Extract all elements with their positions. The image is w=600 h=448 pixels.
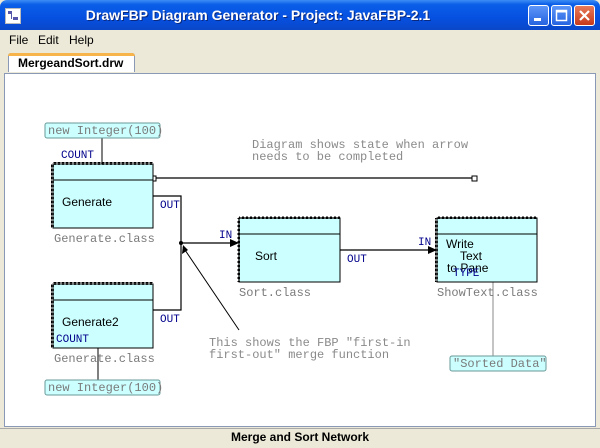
drag-handle-end xyxy=(471,175,478,182)
iip-write[interactable]: "Sorted Data" xyxy=(449,355,547,372)
block-generate2[interactable]: Generate2 Generate.class xyxy=(51,282,155,366)
close-icon xyxy=(579,10,590,21)
menu-file[interactable]: File xyxy=(9,33,28,47)
minimize-button[interactable] xyxy=(528,5,549,26)
port-count-2: COUNT xyxy=(56,334,89,346)
port-out-2: OUT xyxy=(160,314,180,326)
block-generate-class: Generate.class xyxy=(54,232,155,246)
block-sort-class: Sort.class xyxy=(239,286,311,300)
block-write-text[interactable]: Write Text to Pane ShowText.class xyxy=(435,216,538,300)
port-write-in: IN xyxy=(418,237,431,249)
maximize-button[interactable] xyxy=(551,5,572,26)
window-title: DrawFBP Diagram Generator - Project: Jav… xyxy=(85,7,431,23)
annotation-pointer xyxy=(182,246,240,331)
iip-generate1-text: new Integer(100) xyxy=(48,124,163,138)
port-sort-in: IN xyxy=(219,230,232,242)
tab-strip: MergeandSort.drw xyxy=(4,52,596,74)
connection-generate2-out xyxy=(153,243,182,311)
tab-mergeandsort[interactable]: MergeandSort.drw xyxy=(8,53,135,72)
note-merge-line-2: first-out" merge function xyxy=(209,348,389,362)
port-sort-out: OUT xyxy=(347,254,367,266)
port-count-1: COUNT xyxy=(61,150,94,162)
iip-generate1[interactable]: new Integer(100) xyxy=(44,122,163,139)
port-write-type: TYPE xyxy=(453,268,480,280)
block-sort-label: Sort xyxy=(255,249,278,263)
block-write-class: ShowText.class xyxy=(437,286,538,300)
block-generate[interactable]: Generate Generate.class xyxy=(51,162,155,246)
iip-generate2-text: new Integer(100) xyxy=(48,381,163,395)
block-generate2-class: Generate.class xyxy=(54,352,155,366)
menu-bar: File Edit Help xyxy=(0,30,600,50)
block-sort[interactable]: Sort Sort.class xyxy=(237,216,341,300)
diagram-svg[interactable]: new Integer(100) new Integer(100) "Sorte… xyxy=(5,74,595,426)
iip-generate2[interactable]: new Integer(100) xyxy=(44,379,163,396)
status-bar: Merge and Sort Network xyxy=(0,428,600,448)
maximize-icon xyxy=(555,9,568,22)
note-state-line-2: needs to be completed xyxy=(252,150,403,164)
close-button[interactable] xyxy=(574,5,595,26)
title-bar: DrawFBP Diagram Generator - Project: Jav… xyxy=(0,0,600,30)
iip-write-text: "Sorted Data" xyxy=(453,357,547,371)
diagram-canvas[interactable]: new Integer(100) new Integer(100) "Sorte… xyxy=(4,73,596,427)
merge-point xyxy=(179,241,183,245)
block-generate-label: Generate xyxy=(62,195,112,209)
menu-help[interactable]: Help xyxy=(69,33,94,47)
block-generate2-label: Generate2 xyxy=(62,315,119,329)
port-out-1: OUT xyxy=(160,200,180,212)
menu-edit[interactable]: Edit xyxy=(38,33,59,47)
minimize-icon xyxy=(534,18,541,21)
